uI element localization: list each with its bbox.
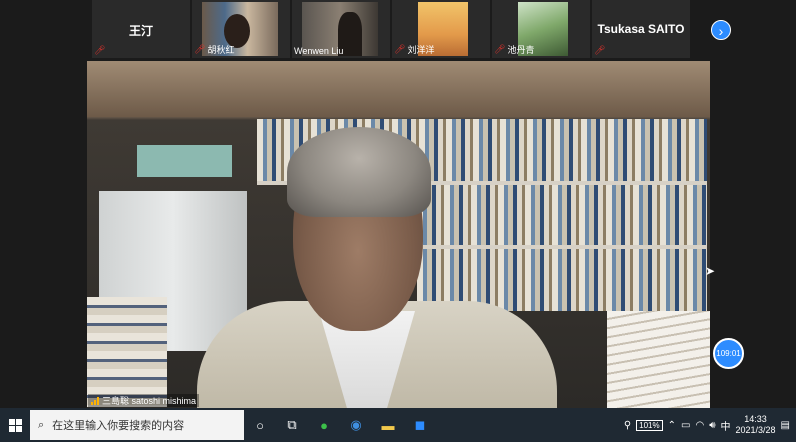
participant-strip: 王汀 🎤︎ 🎤︎ 胡秋红 Wenwen Liu 🎤︎ 刘洋洋 🎤︎ 池丹青 Tsuka… <box>92 0 692 60</box>
connection-signal-icon <box>91 396 99 405</box>
zoom-app-icon[interactable]: ◼ <box>404 408 436 442</box>
wifi-icon[interactable]: ◠ <box>695 420 704 431</box>
muted-mic-icon: 🎤︎ <box>394 44 406 54</box>
bookshelf <box>417 185 707 247</box>
participant-label: 刘洋洋 <box>407 45 435 55</box>
search-icon: ⌕ <box>38 418 45 431</box>
taskbar-clock[interactable]: 14:33 2021/3/28 <box>736 414 776 436</box>
hw-badge[interactable]: 101% <box>636 419 663 431</box>
next-page-chevron-icon[interactable]: › <box>711 20 731 40</box>
ime-indicator[interactable]: 中 <box>721 418 731 433</box>
taskbar-search-box[interactable]: ⌕ 在这里输入你要搜索的内容 <box>30 410 244 440</box>
cortana-icon[interactable]: ○ <box>244 408 276 442</box>
video-background <box>87 61 710 117</box>
mouse-cursor-icon: ➤ <box>705 264 716 278</box>
clock-time: 14:33 <box>744 414 767 424</box>
participant-name: 王汀 <box>128 24 153 38</box>
windows-taskbar: ⌕ 在这里输入你要搜索的内容 ○ ⧉ ● ◉ ▬ ◼ ⚲ 101% ⌃ ▭ ◠ … <box>0 408 796 442</box>
task-view-icon[interactable]: ⧉ <box>276 408 308 442</box>
participant-tile[interactable]: Wenwen Liu <box>292 0 390 58</box>
system-tray: ⚲ 101% ⌃ ▭ ◠ 🔊︎ 中 14:33 2021/3/28 ▤ <box>624 414 796 436</box>
muted-mic-icon: 🎤︎ <box>494 44 506 54</box>
notification-icon[interactable]: ▤ <box>781 420 790 431</box>
clock-date: 2021/3/28 <box>735 425 776 435</box>
muted-mic-icon: 🎤︎ <box>94 45 106 55</box>
file-explorer-icon[interactable]: ▬ <box>372 408 404 442</box>
participant-label: Wenwen Liu <box>294 46 344 56</box>
start-button[interactable] <box>0 408 30 442</box>
tray-chevron-icon[interactable]: ⌃ <box>668 420 676 431</box>
participant-tile[interactable]: Tsukasa SAITO 🎤︎ <box>592 0 690 58</box>
usb-icon[interactable]: ⚲ <box>624 420 631 431</box>
browser-icon[interactable]: ◉ <box>340 408 372 442</box>
participant-tile[interactable]: 🎤︎ 池丹青 <box>492 0 590 58</box>
main-speaker-video: 三島聡 satoshi mishima <box>87 61 710 408</box>
participant-name: Tsukasa SAITO <box>597 22 685 36</box>
windows-logo-icon <box>8 418 22 432</box>
recording-timer[interactable]: 109:01 <box>713 338 744 369</box>
participant-tile[interactable]: 🎤︎ 刘洋洋 <box>392 0 490 58</box>
muted-mic-icon: 🎤︎ <box>594 45 606 55</box>
wechat-icon[interactable]: ● <box>308 408 340 442</box>
muted-mic-icon: 🎤︎ <box>194 44 206 54</box>
participant-label: 池丹青 <box>507 45 535 55</box>
network-icon[interactable]: ▭ <box>681 420 690 431</box>
zoom-meeting-window: 王汀 🎤︎ 🎤︎ 胡秋红 Wenwen Liu 🎤︎ 刘洋洋 🎤︎ 池丹青 Tsuka… <box>0 0 796 408</box>
speaker-label: 三島聡 satoshi mishima <box>102 396 197 406</box>
search-placeholder: 在这里输入你要搜索的内容 <box>52 420 185 432</box>
volume-icon[interactable]: 🔊︎ <box>709 420 715 431</box>
participant-tile[interactable]: 🎤︎ 胡秋红 <box>192 0 290 58</box>
participant-label: 胡秋红 <box>207 45 235 55</box>
speaker-name-tag: 三島聡 satoshi mishima <box>88 394 200 407</box>
participant-tile[interactable]: 王汀 🎤︎ <box>92 0 190 58</box>
